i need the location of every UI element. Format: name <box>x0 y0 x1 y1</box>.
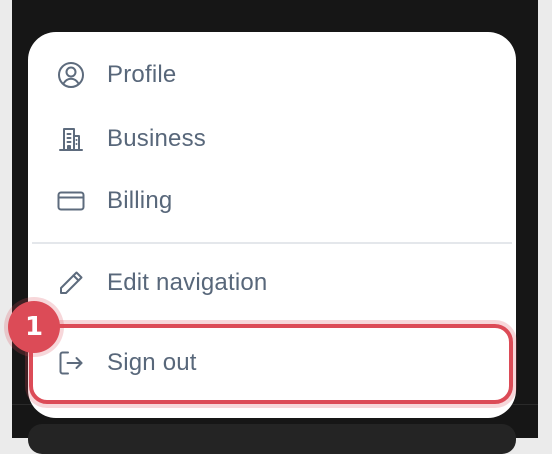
user-circle-icon <box>56 60 86 90</box>
menu-item-sign-out[interactable]: Sign out <box>28 332 516 394</box>
menu-item-edit-navigation[interactable]: Edit navigation <box>28 252 516 314</box>
menu-item-label: Edit navigation <box>107 269 268 296</box>
menu-item-billing[interactable]: Billing <box>28 170 516 232</box>
pencil-icon <box>56 268 86 298</box>
menu-divider <box>32 242 512 244</box>
menu-item-business[interactable]: Business <box>28 108 516 170</box>
credit-card-icon <box>56 186 86 216</box>
backdrop-card <box>28 424 516 454</box>
sign-out-icon <box>56 348 86 378</box>
account-menu: Profile Business Billing Edit navigation… <box>28 32 516 418</box>
building-icon <box>56 124 86 154</box>
step-badge: 1 <box>8 301 60 353</box>
menu-item-label: Business <box>107 125 206 152</box>
menu-item-profile[interactable]: Profile <box>28 44 516 106</box>
menu-item-label: Profile <box>107 61 177 88</box>
menu-item-label: Sign out <box>107 349 197 376</box>
menu-item-label: Billing <box>107 187 173 214</box>
